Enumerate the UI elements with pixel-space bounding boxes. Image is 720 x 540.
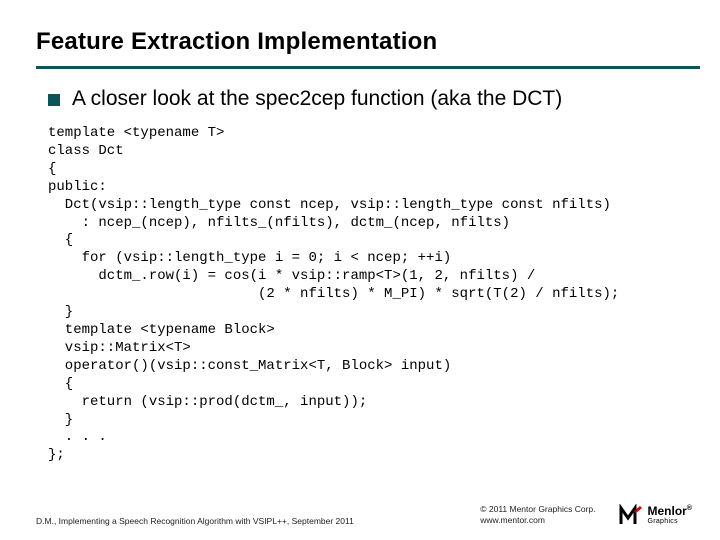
footer: D.M., Implementing a Speech Recognition … xyxy=(36,504,692,526)
title-area: Feature Extraction Implementation xyxy=(0,0,720,60)
footer-right: © 2011 Mentor Graphics Corp. www.mentor.… xyxy=(480,504,692,526)
copyright: © 2011 Mentor Graphics Corp. www.mentor.… xyxy=(480,504,595,526)
bullet-text: A closer look at the spec2cep function (… xyxy=(72,87,562,111)
logo-mark-icon xyxy=(619,504,645,526)
copyright-line2: www.mentor.com xyxy=(480,515,595,526)
bullet-square-icon xyxy=(48,94,60,106)
bullet-item: A closer look at the spec2cep function (… xyxy=(48,87,684,111)
content-area: A closer look at the spec2cep function (… xyxy=(0,69,720,465)
code-block: template <typename T> class Dct { public… xyxy=(48,125,684,465)
logo-sub: Graphics xyxy=(647,518,692,525)
mentor-logo: Menlor® Graphics xyxy=(619,504,692,526)
copyright-line1: © 2011 Mentor Graphics Corp. xyxy=(480,504,595,515)
page-title: Feature Extraction Implementation xyxy=(36,28,684,56)
slide: Feature Extraction Implementation A clos… xyxy=(0,0,720,540)
logo-text-block: Menlor® Graphics xyxy=(647,505,692,525)
logo-name: Menlor® xyxy=(647,505,692,517)
footer-left-text: D.M., Implementing a Speech Recognition … xyxy=(36,516,354,526)
